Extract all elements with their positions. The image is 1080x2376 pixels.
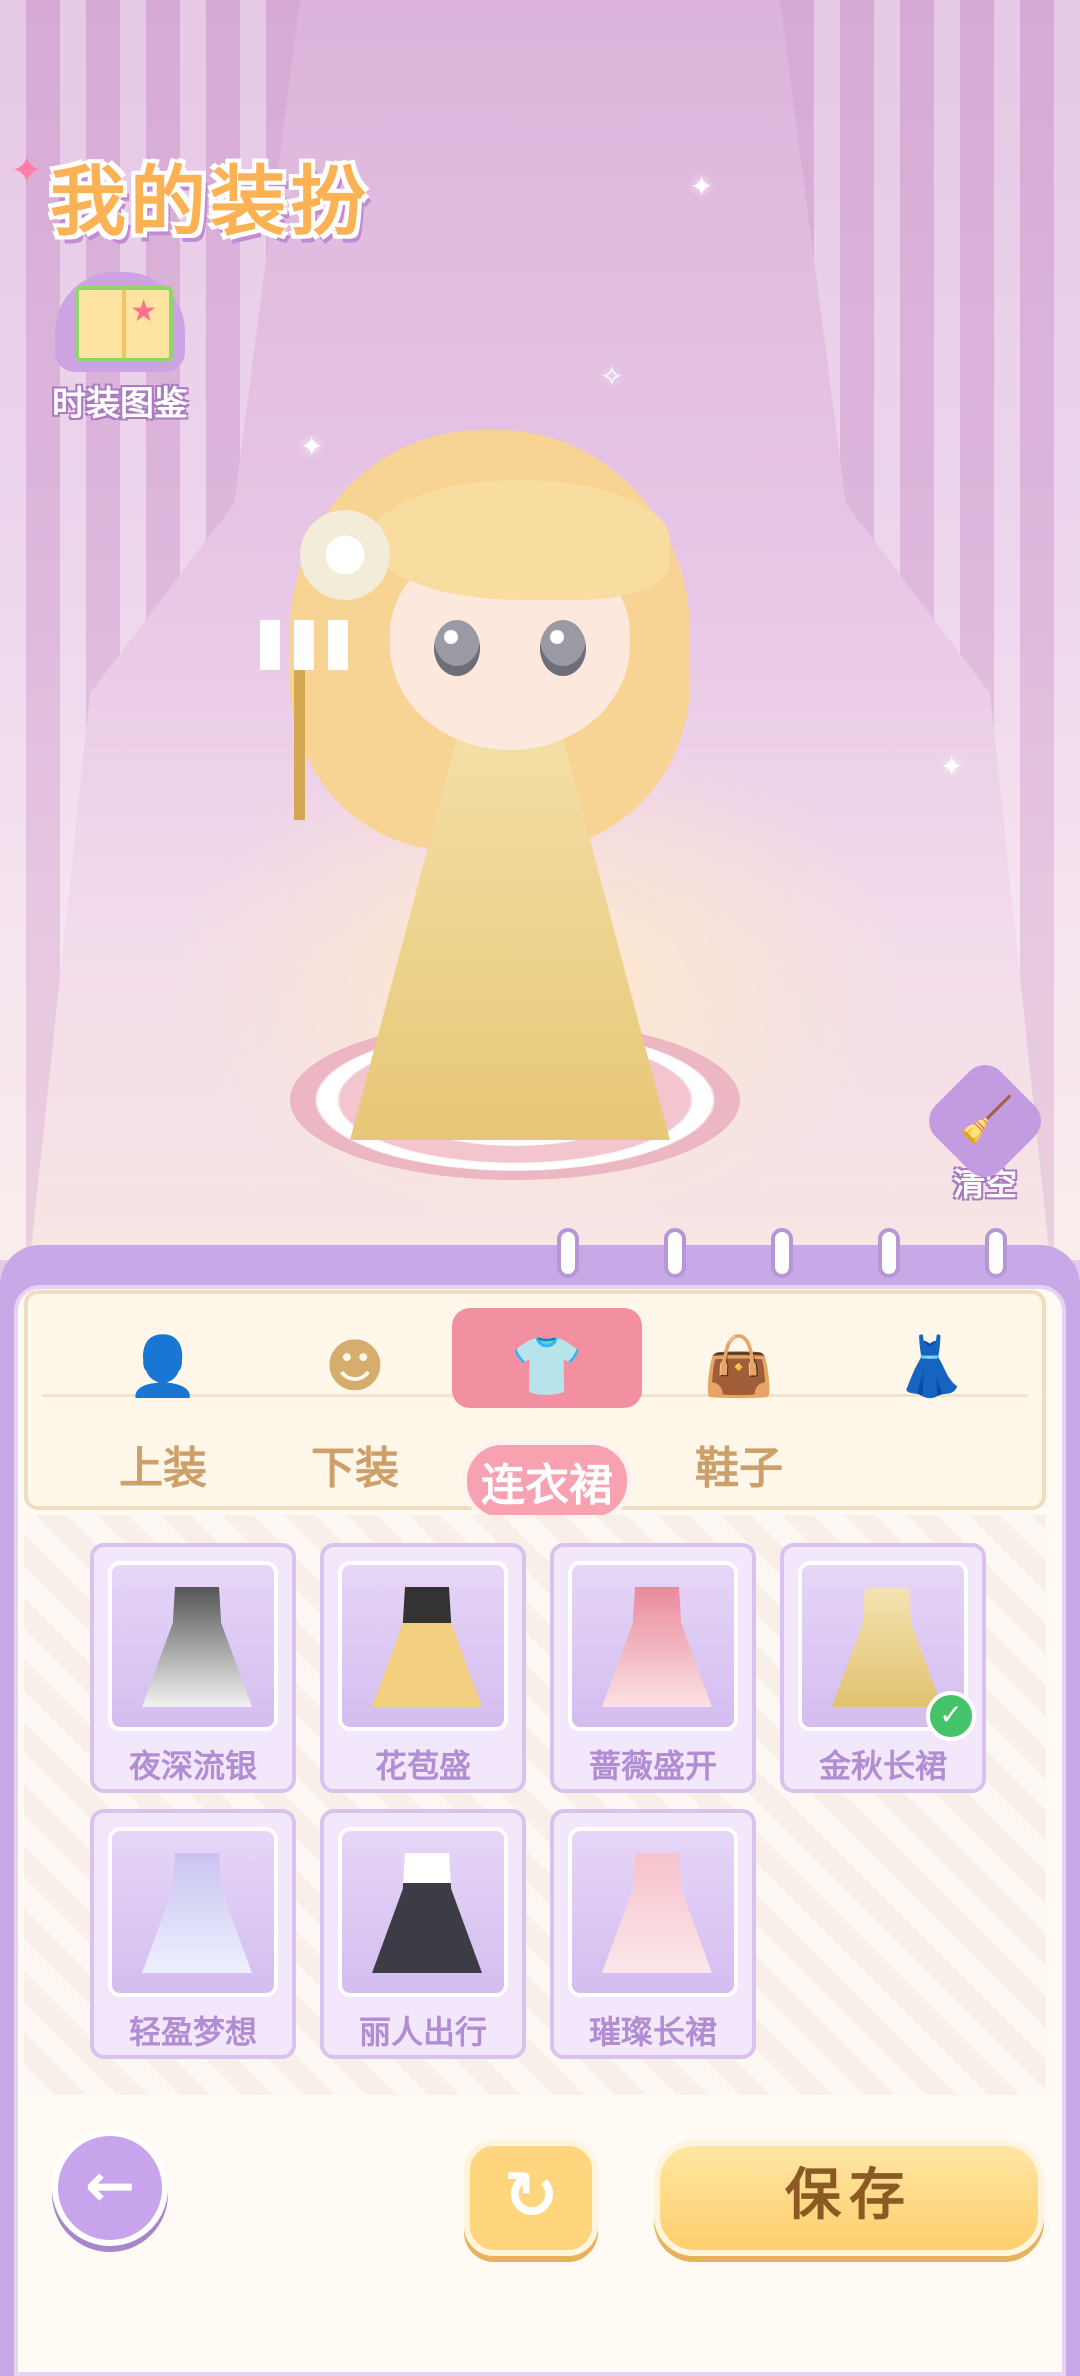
- binder-ring: [771, 1228, 793, 1278]
- outfit-name: 金秋长裙: [818, 1747, 947, 1785]
- outfit-thumbnail: [108, 1561, 278, 1731]
- left-eye: [434, 620, 480, 676]
- outfit-name: 蔷薇盛开: [588, 1747, 717, 1785]
- character-bangs: [370, 480, 670, 600]
- right-curtain: [780, 0, 1080, 1260]
- outfit-card[interactable]: 金秋长裙 ✓: [780, 1543, 986, 1793]
- fashion-catalog-label: 时装图鉴: [52, 384, 188, 424]
- arrow-left-icon: ←: [84, 2151, 136, 2221]
- hair-flower: [300, 510, 390, 600]
- binder-ring: [878, 1228, 900, 1278]
- outfit-card[interactable]: 蔷薇盛开: [550, 1543, 756, 1793]
- tab-bottoms[interactable]: ☻ 下装: [260, 1308, 450, 1508]
- sparkle-icon: ✦: [940, 750, 964, 783]
- tab-dresses[interactable]: 👕 连衣裙: [452, 1308, 642, 1522]
- binder-ring: [664, 1228, 686, 1278]
- character-avatar: [250, 390, 780, 1220]
- save-button[interactable]: 保存: [654, 2140, 1044, 2256]
- top-icon: 👤: [126, 1332, 200, 1400]
- tab-accessories[interactable]: 👗: [836, 1308, 1026, 1508]
- tab-label: 上装: [119, 1443, 207, 1494]
- outfit-name: 丽人出行: [358, 2013, 487, 2051]
- fashion-catalog-button[interactable]: ★ 时装图鉴: [35, 272, 205, 425]
- sparkle-icon: ✧: [600, 360, 624, 393]
- outfit-card[interactable]: 夜深流银: [90, 1543, 296, 1793]
- binder-ring: [985, 1228, 1007, 1278]
- bag-icon: 👜: [702, 1332, 776, 1400]
- bottom-icon: ☻: [324, 1332, 386, 1400]
- outfit-thumbnail: [108, 1827, 278, 1997]
- accessory-icon: 👗: [894, 1332, 968, 1400]
- outfit-card[interactable]: 璀璨长裙: [550, 1809, 756, 2059]
- outfit-name: 花苞盛: [374, 1747, 471, 1785]
- outfit-thumbnail: [568, 1561, 738, 1731]
- sparkle-icon: ✦: [690, 170, 714, 203]
- tab-shoes[interactable]: 👜 鞋子: [644, 1308, 834, 1508]
- dress-shirt-icon: 👕: [510, 1332, 584, 1400]
- outfit-thumbnail: [338, 1827, 508, 1997]
- outfit-card[interactable]: 花苞盛: [320, 1543, 526, 1793]
- check-icon: ✓: [926, 1691, 976, 1741]
- clear-button[interactable]: 🧹 清空: [919, 1055, 1051, 1205]
- candelabra-prop: [250, 620, 360, 820]
- tab-label: 下装: [311, 1443, 399, 1494]
- refresh-icon: ↻: [503, 2157, 559, 2234]
- binder-ring: [557, 1228, 579, 1278]
- outfit-card[interactable]: 丽人出行: [320, 1809, 526, 2059]
- tab-label: 鞋子: [695, 1443, 783, 1494]
- outfit-name: 夜深流银: [128, 1747, 257, 1785]
- outfit-name: 璀璨长裙: [588, 2013, 717, 2051]
- reset-button[interactable]: ↻: [464, 2140, 598, 2256]
- page-title: 我的装扮: [50, 157, 370, 246]
- tab-label: 连衣裙: [462, 1440, 632, 1522]
- star-icon: ✦: [10, 148, 44, 194]
- book-icon: ★: [55, 272, 185, 372]
- right-eye: [540, 620, 586, 676]
- category-tabs: 👤 上装 ☻ 下装 👕 连衣裙 👜 鞋子 👗: [24, 1290, 1046, 1522]
- tab-tops[interactable]: 👤 上装: [68, 1308, 258, 1508]
- outfit-card[interactable]: 轻盈梦想: [90, 1809, 296, 2059]
- save-button-label: 保存: [785, 2163, 913, 2228]
- dressing-stage: ✦ ✦ ✦ ✧ ✦ 我的装扮 ★ 时装图鉴 🧹 清空: [0, 0, 1080, 1260]
- outfit-thumbnail: [568, 1827, 738, 1997]
- outfit-name: 轻盈梦想: [128, 2013, 257, 2051]
- outfit-grid: 夜深流银 花苞盛 蔷薇盛开 金秋长裙 ✓ 轻盈梦想 丽人出行 璀璨长裙: [24, 1515, 1046, 2095]
- outfit-thumbnail: [338, 1561, 508, 1731]
- back-button[interactable]: ←: [52, 2130, 168, 2246]
